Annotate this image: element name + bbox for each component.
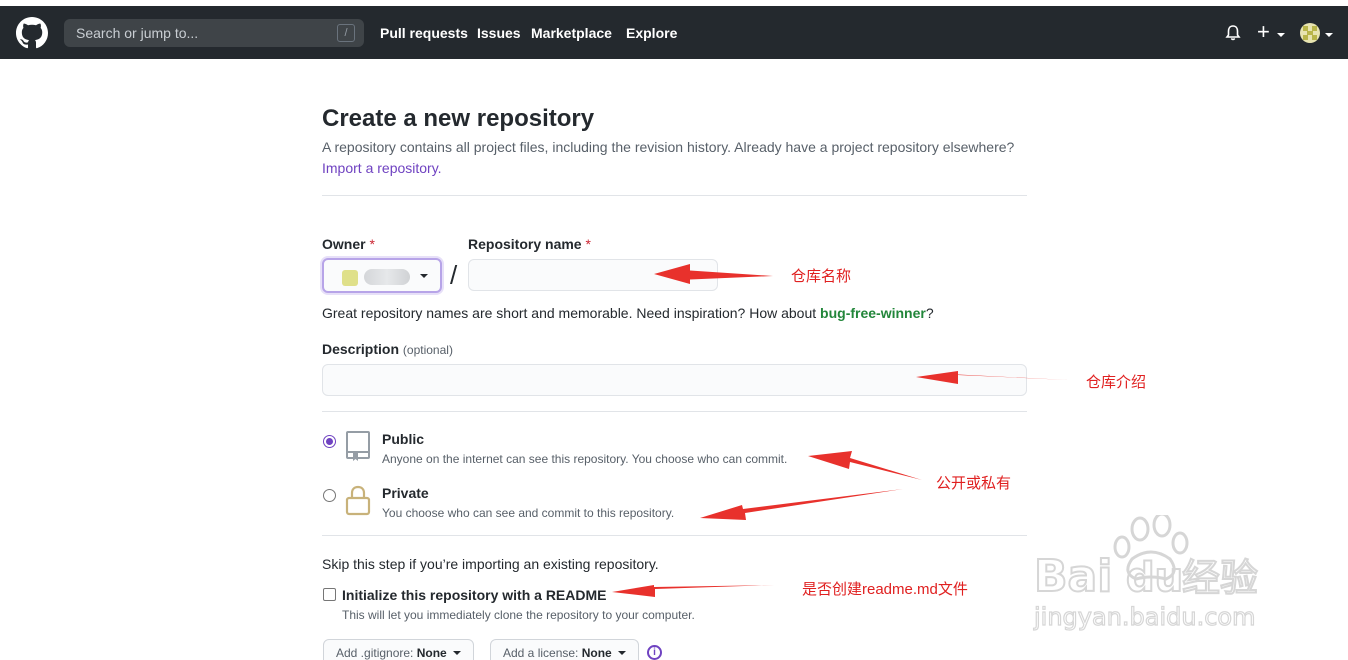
svg-text:jingyan.baidu.com: jingyan.baidu.com bbox=[1033, 603, 1255, 631]
repo-name-input[interactable] bbox=[468, 259, 718, 291]
annotation-readme: 是否创建readme.md文件 bbox=[802, 581, 968, 598]
license-value: None bbox=[581, 646, 612, 660]
description-label: Description (optional) bbox=[322, 341, 453, 357]
public-radio[interactable] bbox=[323, 435, 336, 448]
public-description: Anyone on the internet can see this repo… bbox=[382, 452, 788, 466]
github-logo-icon[interactable] bbox=[16, 17, 48, 49]
name-suggestion[interactable]: bug-free-winner bbox=[820, 305, 926, 321]
bell-icon[interactable] bbox=[1224, 24, 1242, 42]
plus-icon[interactable]: + bbox=[1257, 20, 1270, 44]
chevron-down-icon bbox=[1325, 33, 1333, 37]
private-title: Private bbox=[382, 485, 429, 501]
readme-label[interactable]: Initialize this repository with a README bbox=[342, 587, 606, 603]
skip-step-text: Skip this step if you’re importing an ex… bbox=[322, 556, 659, 572]
license-prefix: Add a license: bbox=[503, 646, 579, 660]
public-title: Public bbox=[382, 431, 425, 447]
repo-name-hint: Great repository names are short and mem… bbox=[322, 305, 934, 321]
avatar[interactable] bbox=[1300, 23, 1320, 43]
nav-marketplace[interactable]: Marketplace bbox=[531, 25, 612, 41]
nav-explore[interactable]: Explore bbox=[626, 25, 677, 41]
annotation-description: 仓库介绍 bbox=[1086, 374, 1147, 391]
readme-checkbox[interactable] bbox=[323, 588, 336, 601]
chevron-down-icon bbox=[1277, 33, 1285, 37]
license-dropdown-button[interactable]: Add a license: None bbox=[490, 639, 639, 660]
svg-text:du: du bbox=[1126, 555, 1183, 601]
annotation-repo-name: 仓库名称 bbox=[791, 268, 852, 285]
annotation-visibility: 公开或私有 bbox=[936, 475, 1012, 492]
repo-book-icon bbox=[346, 431, 370, 461]
owner-name-redacted bbox=[364, 269, 410, 285]
nav-pull-requests[interactable]: Pull requests bbox=[380, 25, 468, 41]
repo-name-label-text: Repository name bbox=[468, 236, 582, 252]
private-radio[interactable] bbox=[323, 489, 336, 502]
lock-icon bbox=[345, 485, 371, 516]
search-placeholder: Search or jump to... bbox=[76, 25, 199, 41]
required-mark: * bbox=[585, 236, 591, 252]
arrow-readme bbox=[612, 585, 775, 597]
gitignore-value: None bbox=[416, 646, 447, 660]
arrow-private bbox=[700, 489, 903, 520]
gitignore-prefix: Add .gitignore: bbox=[336, 646, 414, 660]
hint-text: Great repository names are short and mem… bbox=[322, 305, 821, 321]
arrow-public bbox=[808, 451, 922, 480]
chevron-down-icon bbox=[452, 651, 461, 655]
owner-label-text: Owner bbox=[322, 236, 366, 252]
owner-select[interactable] bbox=[322, 258, 442, 293]
divider bbox=[322, 411, 1027, 412]
search-shortcut-key: / bbox=[337, 24, 355, 42]
required-mark: * bbox=[369, 236, 375, 252]
nav-issues[interactable]: Issues bbox=[477, 25, 521, 41]
owner-avatar bbox=[342, 270, 358, 286]
hint-suffix: ? bbox=[925, 305, 934, 321]
page-subtitle: A repository contains all project files,… bbox=[322, 139, 1015, 155]
info-icon[interactable]: i bbox=[647, 645, 662, 660]
description-input[interactable] bbox=[322, 364, 1027, 396]
chevron-down-icon bbox=[617, 651, 626, 655]
gitignore-dropdown-button[interactable]: Add .gitignore: None bbox=[323, 639, 474, 660]
svg-text:经验: 经验 bbox=[1182, 556, 1258, 600]
baidu-jingyan-watermark: Bai du 经验 jingyan.baidu.com bbox=[1032, 515, 1259, 632]
page-title: Create a new repository bbox=[322, 105, 595, 132]
import-repository-link[interactable]: Import a repository. bbox=[322, 160, 442, 176]
optional-tag: (optional) bbox=[402, 343, 453, 357]
repo-name-label: Repository name * bbox=[468, 236, 591, 252]
search-input[interactable]: Search or jump to... / bbox=[64, 19, 364, 47]
owner-repo-separator: / bbox=[450, 260, 458, 290]
owner-label: Owner * bbox=[322, 236, 375, 252]
svg-text:Bai: Bai bbox=[1034, 551, 1112, 602]
divider bbox=[322, 195, 1027, 196]
global-header: Search or jump to... / Pull requests Iss… bbox=[0, 6, 1348, 59]
readme-description: This will let you immediately clone the … bbox=[342, 608, 695, 622]
divider bbox=[322, 535, 1027, 536]
private-description: You choose who can see and commit to thi… bbox=[382, 506, 675, 520]
description-label-text: Description bbox=[322, 341, 400, 357]
chevron-down-icon bbox=[420, 274, 428, 278]
